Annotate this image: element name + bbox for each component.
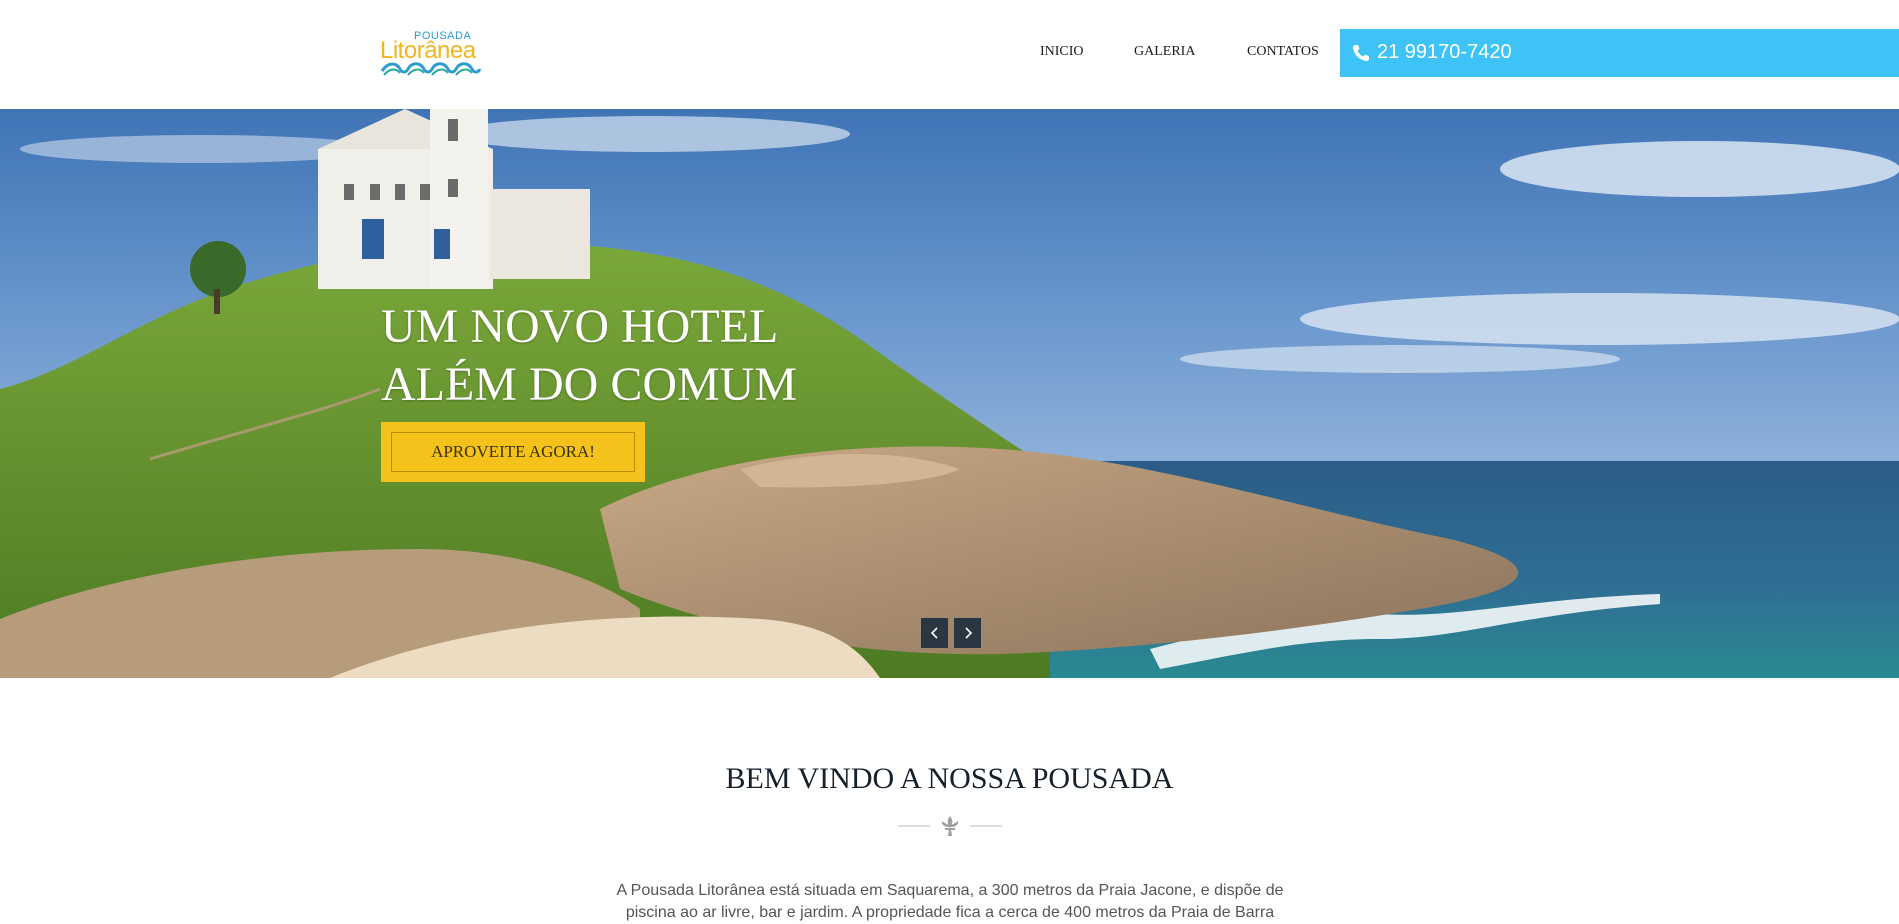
chevron-right-icon: [964, 627, 972, 639]
phone-icon: [1353, 45, 1369, 61]
nav-item-galeria[interactable]: GALERIA: [1134, 44, 1195, 60]
nav-item-contatos[interactable]: CONTATOS: [1247, 44, 1319, 60]
hero-title: UM NOVO HOTEL ALÉM DO COMUM: [381, 298, 797, 414]
chevron-left-icon: [930, 627, 938, 639]
phone-button[interactable]: 21 99170-7420: [1340, 29, 1899, 77]
welcome-text: A Pousada Litorânea está situada em Saqu…: [616, 882, 1284, 921]
cta-button-label: APROVEITE AGORA!: [391, 432, 635, 472]
slider-prev-button[interactable]: [921, 618, 948, 648]
cta-button[interactable]: APROVEITE AGORA!: [381, 422, 645, 482]
welcome-title: BEM VINDO A NOSSA POUSADA: [725, 762, 1174, 795]
phone-number: 21 99170-7420: [1377, 41, 1512, 63]
nav-item-inicio[interactable]: INICIO: [1040, 44, 1084, 60]
logo-waves-icon: [380, 62, 482, 76]
hero-title-line2: ALÉM DO COMUM: [381, 358, 798, 411]
hero-title-line1: UM NOVO HOTEL: [381, 300, 779, 353]
fleur-de-lis-icon: [898, 816, 1002, 836]
hero-slider: UM NOVO HOTEL ALÉM DO COMUM APROVEITE AG…: [0, 109, 1899, 678]
site-header: POUSADA Litorânea INICIO GALERIA CONTATO…: [0, 0, 1899, 109]
slider-next-button[interactable]: [954, 618, 981, 648]
site-logo[interactable]: POUSADA Litorânea: [380, 30, 484, 76]
hero-background-image: [0, 109, 1899, 678]
